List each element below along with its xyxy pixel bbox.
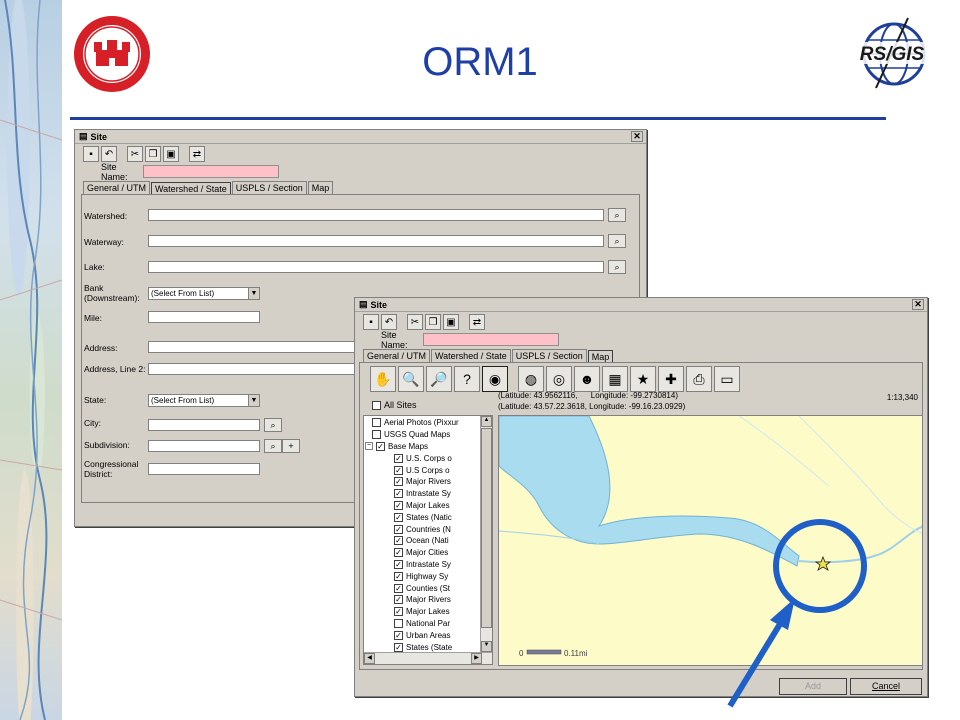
callout-arrow-head-icon xyxy=(770,598,795,630)
callout-overlay xyxy=(727,519,867,708)
callout-arrow-line xyxy=(727,622,783,708)
highlight-circle xyxy=(773,519,867,613)
